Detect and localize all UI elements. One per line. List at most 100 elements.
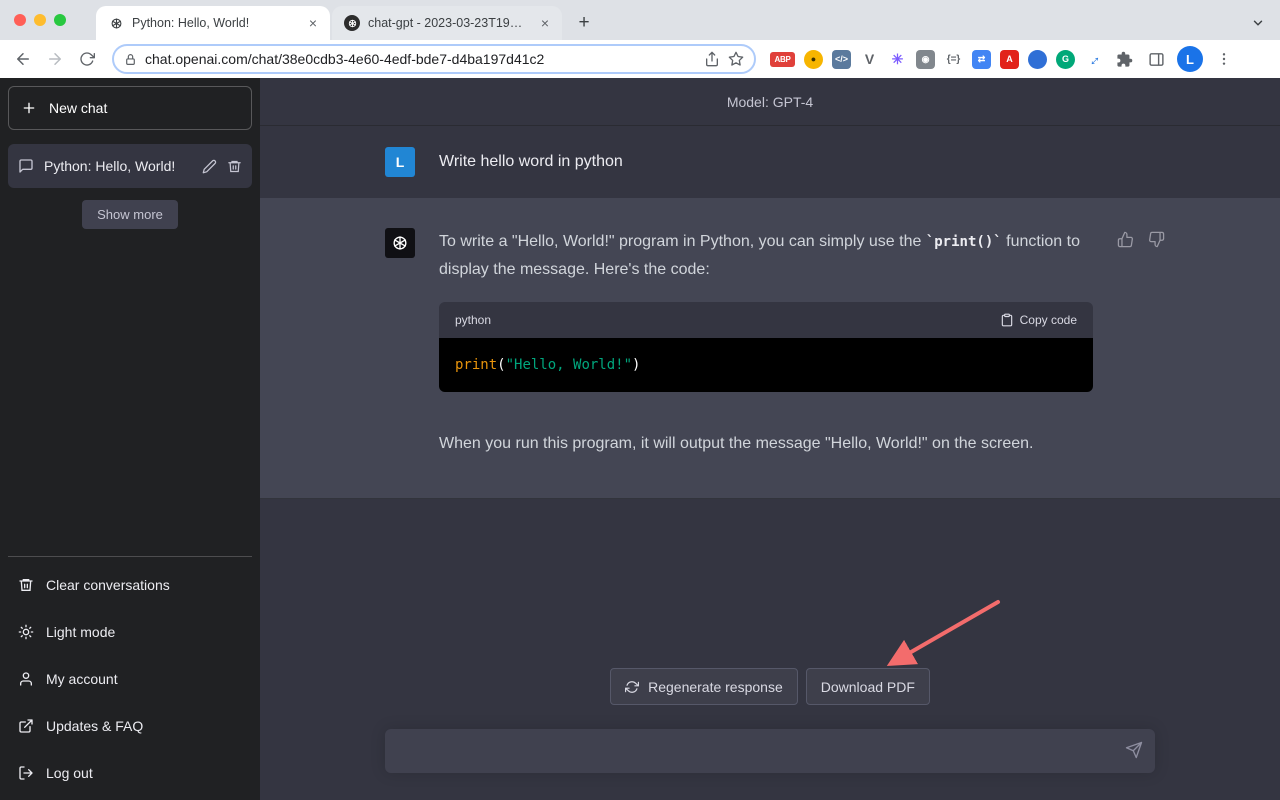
share-icon[interactable]	[704, 51, 720, 67]
browser-toolbar: chat.openai.com/chat/38e0cdb3-4e60-4edf-…	[0, 40, 1280, 78]
thumbs-up-icon[interactable]	[1117, 231, 1134, 248]
tab-python-hello-world[interactable]: Python: Hello, World! ×	[96, 6, 330, 40]
user-avatar: L	[385, 147, 415, 177]
message-input[interactable]	[385, 729, 1155, 773]
extension-acrobat-icon[interactable]: A	[1000, 50, 1019, 69]
clipboard-icon	[1000, 313, 1014, 327]
code-content: print("Hello, World!")	[439, 338, 1093, 392]
new-chat-button[interactable]: New chat	[8, 86, 252, 130]
sidebar-item-label: My account	[46, 671, 118, 687]
download-pdf-button[interactable]: Download PDF	[806, 668, 930, 705]
chat-bubble-icon	[18, 158, 34, 174]
model-header: Model: GPT-4	[260, 78, 1280, 126]
close-tab-icon[interactable]: ×	[536, 14, 554, 32]
sidebar-item-log-out[interactable]: Log out	[8, 749, 252, 796]
close-tab-icon[interactable]: ×	[304, 14, 322, 32]
main-spacer	[260, 499, 1280, 668]
assistant-message-body: To write a "Hello, World!" program in Py…	[439, 228, 1093, 458]
feedback-buttons	[1117, 228, 1165, 248]
bookmark-star-icon[interactable]	[728, 51, 744, 67]
regenerate-response-button[interactable]: Regenerate response	[610, 668, 798, 705]
sidebar-item-label: Clear conversations	[46, 577, 170, 593]
conversation-item[interactable]: Python: Hello, World!	[8, 144, 252, 188]
url-text[interactable]: chat.openai.com/chat/38e0cdb3-4e60-4edf-…	[145, 51, 696, 67]
browser-menu-icon[interactable]	[1209, 44, 1239, 74]
conversation-title: Python: Hello, World!	[44, 158, 192, 174]
download-pdf-label: Download PDF	[821, 679, 915, 695]
extension-hexagon-icon[interactable]	[1028, 50, 1047, 69]
thumbs-down-icon[interactable]	[1148, 231, 1165, 248]
sidebar-spacer	[8, 229, 252, 556]
regenerate-label: Regenerate response	[648, 679, 783, 695]
minimize-window-button[interactable]	[34, 14, 46, 26]
code-token-punct: (	[497, 357, 505, 373]
chatgpt-favicon	[108, 15, 124, 31]
forward-button[interactable]	[40, 44, 70, 74]
input-area	[260, 705, 1280, 800]
assistant-message-row: To write a "Hello, World!" program in Py…	[260, 198, 1280, 499]
extension-camera-icon[interactable]: ◉	[916, 50, 935, 69]
lock-icon	[124, 53, 137, 66]
extensions-puzzle-icon[interactable]	[1109, 44, 1139, 74]
user-icon	[18, 671, 34, 687]
edit-conversation-icon[interactable]	[202, 159, 217, 174]
user-message-text: Write hello word in python	[439, 147, 623, 176]
paragraph-text: To write a "Hello, World!" program in Py…	[439, 233, 926, 250]
show-more-button[interactable]: Show more	[82, 200, 178, 229]
delete-conversation-icon[interactable]	[227, 159, 242, 174]
zoom-window-button[interactable]	[54, 14, 66, 26]
code-block: python Copy code print("Hello, World!")	[439, 302, 1093, 392]
sidebar-item-my-account[interactable]: My account	[8, 655, 252, 702]
extension-asterisk-icon[interactable]: ✳	[888, 50, 907, 69]
code-token-punct: )	[632, 357, 640, 373]
new-tab-button[interactable]: +	[570, 8, 598, 36]
extension-code-icon[interactable]: </>	[832, 50, 851, 69]
external-link-icon	[18, 718, 34, 734]
tab-chat-gpt-download[interactable]: chat-gpt - 2023-03-23T19155 ×	[332, 6, 562, 40]
code-block-header: python Copy code	[439, 302, 1093, 338]
log-out-icon	[18, 765, 34, 781]
code-token-string: "Hello, World!"	[506, 357, 632, 373]
code-token-function: print	[455, 357, 497, 373]
sidebar-footer: Clear conversations Light mode My accoun…	[8, 556, 252, 796]
copy-code-button[interactable]: Copy code	[1000, 313, 1077, 327]
sidebar-item-label: Log out	[46, 765, 93, 781]
user-message-row: L Write hello word in python	[260, 126, 1280, 198]
close-window-button[interactable]	[14, 14, 26, 26]
conversation-actions	[202, 159, 242, 174]
trash-icon	[18, 577, 34, 593]
message-input-bar	[385, 729, 1155, 773]
profile-avatar[interactable]: L	[1177, 46, 1203, 72]
extension-grammarly-icon[interactable]: G	[1056, 50, 1075, 69]
tab-strip: Python: Hello, World! × chat-gpt - 2023-…	[0, 0, 1280, 40]
extension-braces-icon[interactable]: {=}	[944, 50, 963, 69]
back-button[interactable]	[8, 44, 38, 74]
refresh-icon	[625, 680, 639, 694]
sidebar-item-light-mode[interactable]: Light mode	[8, 608, 252, 655]
sidebar-item-updates-faq[interactable]: Updates & FAQ	[8, 702, 252, 749]
tab-search-chevron-icon[interactable]	[1246, 11, 1270, 35]
extension-yellow-dot-icon[interactable]: ●	[804, 50, 823, 69]
send-message-icon[interactable]	[1125, 741, 1143, 759]
inline-code: `print()`	[926, 234, 1002, 250]
code-language-label: python	[455, 313, 491, 327]
extension-arrows-icon[interactable]: ⇄	[972, 50, 991, 69]
assistant-paragraph: To write a "Hello, World!" program in Py…	[439, 228, 1093, 284]
side-panel-icon[interactable]	[1141, 44, 1171, 74]
assistant-outro: When you run this program, it will outpu…	[439, 430, 1093, 458]
copy-code-label: Copy code	[1020, 313, 1077, 327]
reload-button[interactable]	[72, 44, 102, 74]
chat-main: Model: GPT-4 L Write hello word in pytho…	[260, 78, 1280, 800]
sidebar-item-label: Updates & FAQ	[46, 718, 143, 734]
assistant-avatar	[385, 228, 415, 258]
new-chat-label: New chat	[49, 100, 107, 116]
extension-expand-icon[interactable]: ↔	[1080, 46, 1107, 73]
sidebar-item-label: Light mode	[46, 624, 115, 640]
openai-favicon	[344, 15, 360, 31]
address-bar[interactable]: chat.openai.com/chat/38e0cdb3-4e60-4edf-…	[112, 44, 756, 74]
extension-adblock-icon[interactable]: ABP	[770, 52, 795, 67]
browser-window: Python: Hello, World! × chat-gpt - 2023-…	[0, 0, 1280, 800]
plus-icon	[21, 100, 37, 116]
extension-v-icon[interactable]: V	[860, 50, 879, 69]
sidebar-item-clear-conversations[interactable]: Clear conversations	[8, 561, 252, 608]
